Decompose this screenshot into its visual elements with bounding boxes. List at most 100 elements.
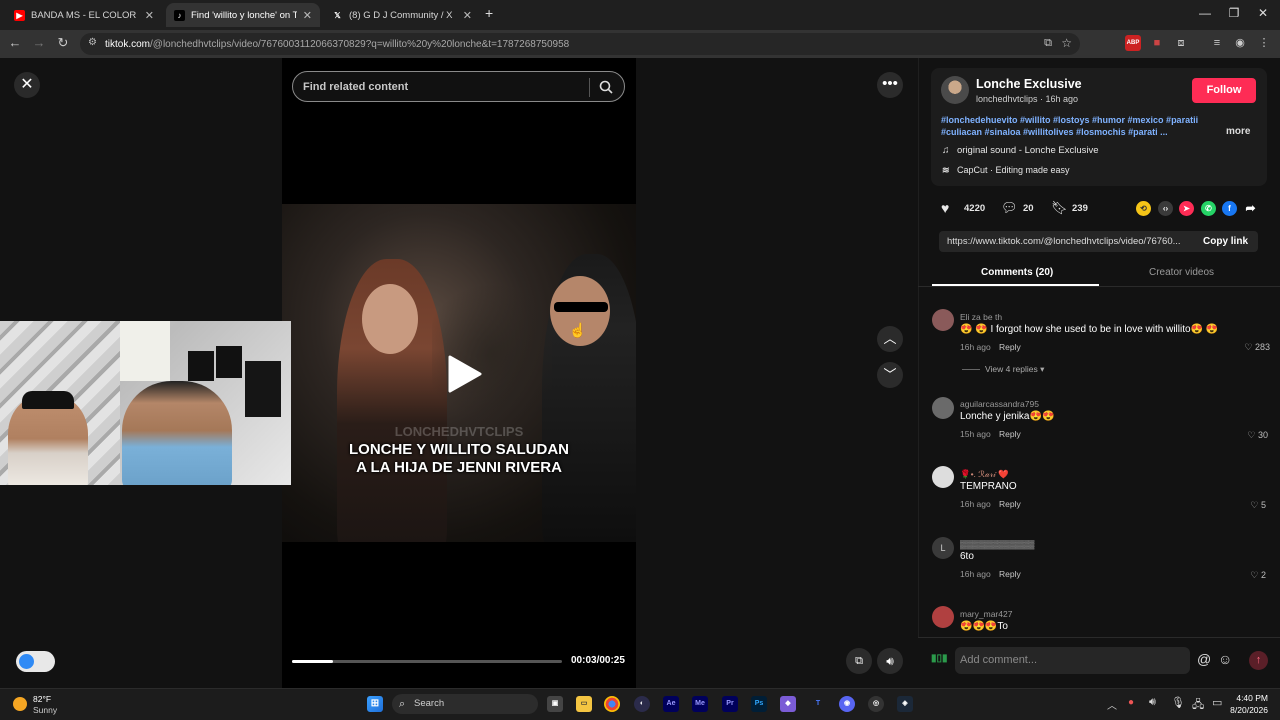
- comment-like[interactable]: ♡ 2: [1226, 570, 1266, 581]
- tab-x-community[interactable]: 𝕏 (8) G D J Community / X ✕: [324, 3, 480, 27]
- taskbar-search[interactable]: ⌕ Search: [392, 694, 538, 714]
- close-window-button[interactable]: ✕: [1248, 6, 1278, 20]
- comment-avatar[interactable]: L: [932, 537, 954, 559]
- address-bar[interactable]: ⚙ tiktok.com/@lonchedhvtclips/video/7676…: [80, 33, 1080, 55]
- volume-icon[interactable]: 🔊︎: [877, 648, 903, 674]
- more-description-button[interactable]: more: [1226, 126, 1250, 137]
- comment-username[interactable]: aguilarcassandra795: [960, 399, 1039, 409]
- volume-tray-icon[interactable]: 🔊︎: [1149, 696, 1156, 709]
- close-tab-icon[interactable]: ✕: [303, 9, 312, 22]
- comment-like[interactable]: ♡ 30: [1228, 430, 1268, 441]
- previous-video-chevron-up-icon[interactable]: ︿: [877, 326, 903, 352]
- comment-avatar[interactable]: [932, 309, 954, 331]
- video-progress-bar[interactable]: [292, 660, 562, 663]
- sound-label[interactable]: original sound - Lonche Exclusive: [957, 145, 1099, 156]
- windows-start-icon[interactable]: ⊞: [367, 696, 383, 712]
- share-arrow-icon[interactable]: ➦: [1243, 201, 1258, 216]
- site-info-icon[interactable]: ⚙: [88, 37, 97, 48]
- tab-banda-ms[interactable]: ▶ BANDA MS - EL COLOR DE TUS ✕: [6, 3, 162, 27]
- search-icon[interactable]: [599, 80, 613, 94]
- maximize-button[interactable]: ❐: [1219, 6, 1249, 20]
- embed-code-icon[interactable]: ‹›: [1158, 201, 1173, 216]
- photoshop-icon[interactable]: Ps: [751, 696, 767, 712]
- comment-input[interactable]: Add comment...: [955, 647, 1190, 674]
- tray-app-icon[interactable]: ●: [1128, 697, 1134, 708]
- task-view-icon[interactable]: ▣: [547, 696, 563, 712]
- find-related-search[interactable]: Find related content: [292, 71, 625, 102]
- comment-like[interactable]: ♡ 5: [1226, 500, 1266, 511]
- tab-creator-videos[interactable]: Creator videos: [1149, 267, 1214, 278]
- after-effects-icon[interactable]: Ae: [663, 696, 679, 712]
- play-icon[interactable]: [444, 354, 484, 394]
- comment-avatar[interactable]: [932, 397, 954, 419]
- video-link-url[interactable]: https://www.tiktok.com/@lonchedhvtclips/…: [947, 236, 1181, 247]
- creator-name[interactable]: Lonche Exclusive: [976, 77, 1082, 91]
- adblock-extension-icon[interactable]: ABP: [1125, 35, 1141, 51]
- repost-icon[interactable]: ⟲: [1136, 201, 1151, 216]
- reply-button[interactable]: Reply: [999, 429, 1021, 439]
- media-encoder-icon[interactable]: Me: [692, 696, 708, 712]
- microphone-icon[interactable]: 🎙︎: [1171, 696, 1185, 709]
- weather-condition[interactable]: Sunny: [33, 705, 57, 715]
- comment-username[interactable]: 🌹•. ℛ𝒶𝓇𝒾 ❤️: [960, 469, 1009, 480]
- send-to-friends-icon[interactable]: ➤: [1179, 201, 1194, 216]
- capcut-label[interactable]: CapCut · Editing made easy: [957, 165, 1070, 175]
- close-video-button[interactable]: ✕: [14, 72, 40, 98]
- close-tab-icon[interactable]: ✕: [145, 9, 154, 22]
- clock-time[interactable]: 4:40 PM: [1236, 693, 1268, 703]
- emoji-icon[interactable]: ☺: [1218, 651, 1232, 667]
- facebook-icon[interactable]: f: [1222, 201, 1237, 216]
- copy-link-button[interactable]: Copy link: [1203, 236, 1248, 247]
- comment-avatar[interactable]: [932, 606, 954, 628]
- extension-icon[interactable]: ■: [1149, 35, 1165, 51]
- reply-button[interactable]: Reply: [999, 499, 1021, 509]
- tab-comments[interactable]: Comments (20): [981, 267, 1053, 278]
- clock-date[interactable]: 8/20/2026: [1226, 705, 1268, 715]
- comment-username[interactable]: mary_mar427: [960, 609, 1012, 619]
- app-icon[interactable]: ◆: [780, 696, 796, 712]
- steam-icon[interactable]: ◈: [897, 696, 913, 712]
- battery-icon[interactable]: ▭: [1212, 696, 1222, 709]
- creator-avatar[interactable]: [941, 76, 969, 104]
- reload-button[interactable]: ↻: [54, 35, 72, 51]
- close-tab-icon[interactable]: ✕: [463, 9, 472, 22]
- autoscroll-toggle[interactable]: [16, 651, 55, 672]
- menu-kebab-icon[interactable]: ⋮: [1256, 35, 1272, 51]
- tray-chevron-up-icon[interactable]: ︿: [1107, 697, 1117, 712]
- new-tab-button[interactable]: +: [485, 5, 493, 21]
- hashtags-line-2[interactable]: #culiacan #sinaloa #willitolives #losmoc…: [941, 127, 1168, 137]
- comment-like[interactable]: ♡ 283: [1230, 342, 1270, 353]
- bookmark-star-icon[interactable]: ☆: [1061, 36, 1072, 50]
- discord-icon[interactable]: ◉: [839, 696, 855, 712]
- float-player-icon[interactable]: ⧉: [846, 648, 872, 674]
- network-icon[interactable]: 🖧: [1192, 696, 1204, 715]
- premiere-icon[interactable]: Pr: [722, 696, 738, 712]
- reply-button[interactable]: Reply: [999, 569, 1021, 579]
- media-controls-icon[interactable]: ≡: [1209, 35, 1225, 51]
- bookmark-icon[interactable]: 🔖︎: [1051, 200, 1068, 216]
- post-comment-icon[interactable]: ↑: [1249, 651, 1268, 670]
- app-icon[interactable]: T: [810, 696, 826, 712]
- reply-button[interactable]: Reply: [999, 342, 1021, 352]
- install-app-icon[interactable]: ⧉: [1044, 37, 1052, 50]
- back-button[interactable]: ←: [6, 35, 24, 50]
- app-icon[interactable]: ◎: [868, 696, 884, 712]
- file-explorer-icon[interactable]: ▭: [576, 696, 592, 712]
- creator-handle[interactable]: lonchedhvtclips · 16h ago: [976, 94, 1078, 104]
- comment-icon[interactable]: 💬︎: [1001, 200, 1018, 216]
- more-options-icon[interactable]: •••: [877, 72, 903, 98]
- view-replies-button[interactable]: View 4 replies ▾: [985, 364, 1044, 375]
- comment-username[interactable]: Eli za be th: [960, 312, 1002, 322]
- chrome-icon[interactable]: [604, 696, 620, 712]
- forward-button[interactable]: →: [30, 35, 48, 50]
- comment-avatar[interactable]: [932, 466, 954, 488]
- weather-sun-icon[interactable]: [13, 697, 27, 711]
- comment-username[interactable]: ▓▓▓▓▓▓▓▓▓▓▓▓: [960, 539, 1034, 549]
- hashtags-line-1[interactable]: #lonchedehuevito #willito #lostoys #humo…: [941, 115, 1198, 125]
- mention-icon[interactable]: @: [1197, 651, 1211, 667]
- whatsapp-icon[interactable]: ✆: [1201, 201, 1216, 216]
- next-video-chevron-down-icon[interactable]: ﹀: [877, 362, 903, 388]
- profile-icon[interactable]: ◉: [1232, 35, 1248, 51]
- minimize-button[interactable]: —: [1190, 6, 1220, 20]
- app-icon[interactable]: ◐: [634, 696, 650, 712]
